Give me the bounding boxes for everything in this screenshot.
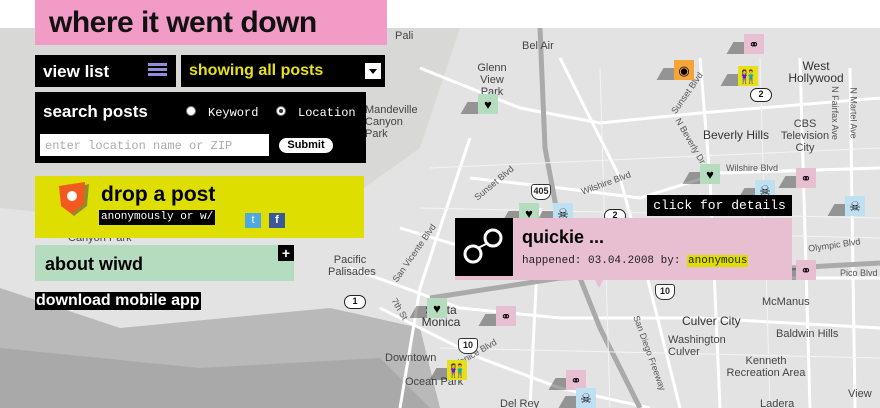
map-label: Pacific Palisades — [328, 254, 376, 278]
heart-icon: ♥ — [478, 94, 498, 114]
drop-post-label: drop a post — [101, 183, 216, 206]
highway-shield: 10 — [458, 338, 478, 354]
street-label: Pico Blvd — [840, 268, 878, 278]
handcuffs-icon: ⚭ — [796, 260, 816, 280]
map-label: Kenneth Recreation Area — [726, 355, 806, 379]
view-list-button[interactable]: view list — [35, 55, 176, 87]
post-marker[interactable]: ☠ — [827, 196, 865, 216]
highway-shield: 10 — [655, 284, 675, 300]
post-filter-select[interactable]: showing all posts — [181, 55, 385, 87]
drop-post-sublabel: anonymously or w/ — [99, 210, 216, 225]
post-marker[interactable]: ◉ — [656, 60, 694, 80]
marker-cluster[interactable]: 2 — [750, 88, 772, 102]
post-marker[interactable]: ⚭ — [778, 260, 816, 280]
handcuffs-icon — [455, 218, 513, 276]
site-title: where it went down — [49, 6, 317, 39]
search-input[interactable]: enter location name or ZIP — [40, 134, 269, 156]
list-icon — [148, 63, 167, 80]
popup-date: happened: 03.04.2008 by: — [522, 255, 681, 267]
chevron-down-icon[interactable] — [365, 63, 381, 79]
heart-icon: ♥ — [700, 164, 720, 184]
map-label: Glenn View Park — [477, 62, 507, 98]
map-label: Downtown — [385, 352, 437, 364]
map-label: CBS Television City — [780, 118, 830, 154]
keyword-radio[interactable] — [186, 106, 196, 116]
drop-post-panel[interactable]: drop a post anonymously or w/ t f — [35, 176, 364, 238]
post-marker[interactable]: ⚭ — [478, 306, 516, 326]
map-label: Bel Air — [522, 40, 554, 52]
post-marker[interactable]: ♥ — [409, 298, 447, 318]
popup-tail — [595, 280, 603, 288]
handcuffs-icon: ⚭ — [566, 370, 586, 390]
couple-icon: 👫 — [738, 66, 758, 86]
view-list-label: view list — [43, 62, 110, 81]
map-label: Ladera — [760, 398, 795, 408]
popup-meta: happened: 03.04.2008 by: anonymous — [522, 255, 749, 267]
map-label: McManus — [762, 296, 810, 308]
street-label: N Fairfax Ave — [829, 86, 840, 140]
handcuffs-icon: ⚭ — [796, 168, 816, 188]
location-radio-label[interactable]: Location — [298, 106, 356, 120]
map-pin-icon — [59, 182, 89, 216]
facebook-icon[interactable]: f — [269, 213, 285, 228]
post-filter-value: showing all posts — [189, 62, 324, 79]
highway-shield: 405 — [531, 184, 551, 200]
post-marker[interactable]: 👫 — [720, 66, 758, 86]
post-marker[interactable]: ⚭ — [778, 168, 816, 188]
post-marker[interactable]: ♥ — [682, 164, 720, 184]
download-app-link[interactable]: download mobile app — [35, 292, 201, 310]
marker-cluster[interactable]: 1 — [344, 295, 366, 309]
post-marker[interactable]: ⚭ — [726, 34, 764, 54]
post-popup[interactable]: quickie ... happened: 03.04.2008 by: ano… — [455, 218, 792, 288]
search-placeholder: enter location name or ZIP — [45, 139, 233, 153]
popup-title: quickie ... — [522, 227, 605, 247]
post-marker[interactable]: ⚭ — [548, 370, 586, 390]
map-label: Baldwin Hills — [776, 328, 839, 340]
about-label: about wiwd — [45, 254, 143, 274]
search-panel: search posts Keyword Location enter loca… — [35, 92, 366, 163]
popup-user[interactable]: anonymous — [687, 255, 749, 267]
map-label: Beverly Hills — [703, 128, 770, 142]
location-radio[interactable] — [276, 106, 286, 116]
street-label: Wilshire Blvd — [726, 163, 779, 173]
submit-button[interactable]: Submit — [279, 138, 333, 153]
about-panel[interactable]: about wiwd — [35, 245, 294, 281]
keyword-radio-label[interactable]: Keyword — [208, 106, 258, 120]
post-marker[interactable]: ♥ — [460, 94, 498, 114]
map-label: Mandeville Canyon Park — [365, 104, 418, 140]
post-marker[interactable]: 👫 — [429, 360, 467, 380]
post-marker[interactable]: ☠ — [558, 388, 596, 408]
click-for-details-hint[interactable]: click for details — [647, 195, 792, 216]
skull-icon: ☠ — [576, 388, 596, 408]
heart-icon: ♥ — [427, 298, 447, 318]
couple-icon: 👫 — [447, 360, 467, 380]
search-label: search posts — [43, 102, 148, 121]
twitter-icon[interactable]: t — [245, 213, 261, 228]
map-label: Del Rey — [500, 398, 540, 408]
expand-plus-icon[interactable]: + — [278, 245, 294, 261]
street-label: N Martel Ave — [848, 87, 859, 139]
record-icon: ◉ — [674, 60, 694, 80]
map-label: Washington Culver — [668, 334, 726, 358]
map-label: West Hollywood — [788, 59, 844, 85]
handcuffs-icon: ⚭ — [496, 306, 516, 326]
skull-icon: ☠ — [845, 196, 865, 216]
handcuffs-icon: ⚭ — [744, 34, 764, 54]
site-title-bar[interactable]: where it went down — [35, 0, 387, 45]
map-label: Pali — [395, 30, 414, 42]
map-label: View — [848, 388, 872, 400]
map-label: Culver City — [682, 314, 741, 328]
